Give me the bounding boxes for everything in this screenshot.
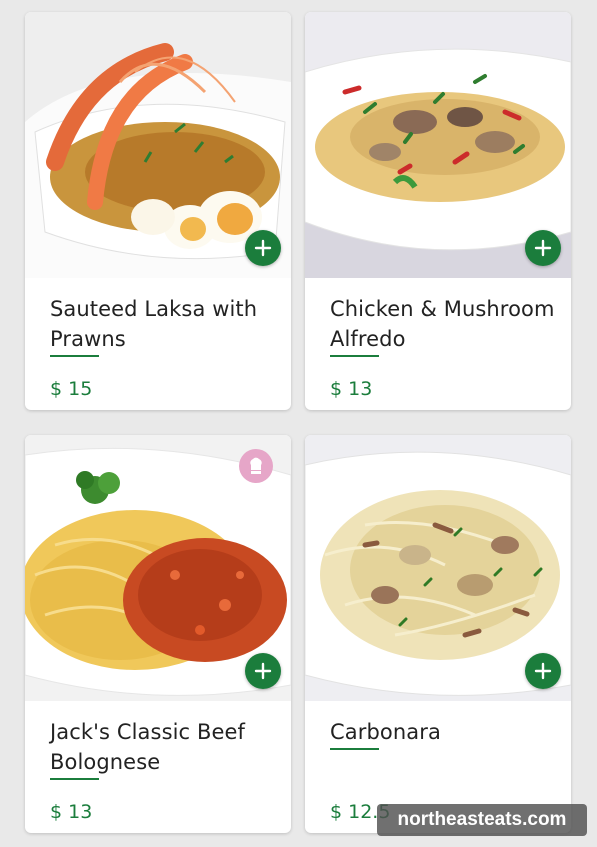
add-to-cart-button[interactable] (525, 653, 561, 689)
watermark: northeasteats.com (377, 804, 587, 836)
dish-name: Jack's Classic Beef Bolognese (50, 720, 246, 774)
dish-name: Chicken & Mushroom Alfredo (330, 297, 555, 351)
chef-special-badge (239, 449, 273, 483)
dish-image-alfredo (305, 12, 571, 278)
dish-price: $ 13 (330, 378, 373, 400)
add-to-cart-button[interactable] (245, 653, 281, 689)
chef-hat-icon (250, 457, 262, 474)
dish-image-carbonara (305, 435, 571, 701)
title-underline (330, 355, 379, 357)
menu-item-card-alfredo[interactable]: Chicken & Mushroom Alfredo $ 13 (305, 12, 571, 410)
dish-price: $ 15 (50, 378, 93, 400)
title-underline (50, 778, 99, 780)
menu-item-card-laksa[interactable]: Sauteed Laksa with Prawns $ 15 (25, 12, 291, 410)
dish-price: $ 13 (50, 801, 93, 823)
add-to-cart-button[interactable] (245, 230, 281, 266)
title-underline (330, 748, 379, 750)
menu-item-card-carbonara[interactable]: Carbonara $ 12.5 (305, 435, 571, 833)
plus-icon (254, 239, 272, 257)
plus-icon (534, 662, 552, 680)
dish-image-bolognese (25, 435, 291, 701)
plus-icon (534, 239, 552, 257)
dish-name: Carbonara (330, 720, 441, 744)
add-to-cart-button[interactable] (525, 230, 561, 266)
dish-name: Sauteed Laksa with Prawns (50, 297, 258, 351)
title-underline (50, 355, 99, 357)
plus-icon (254, 662, 272, 680)
dish-image-laksa (25, 12, 291, 278)
menu-item-card-bolognese[interactable]: Jack's Classic Beef Bolognese $ 13 (25, 435, 291, 833)
